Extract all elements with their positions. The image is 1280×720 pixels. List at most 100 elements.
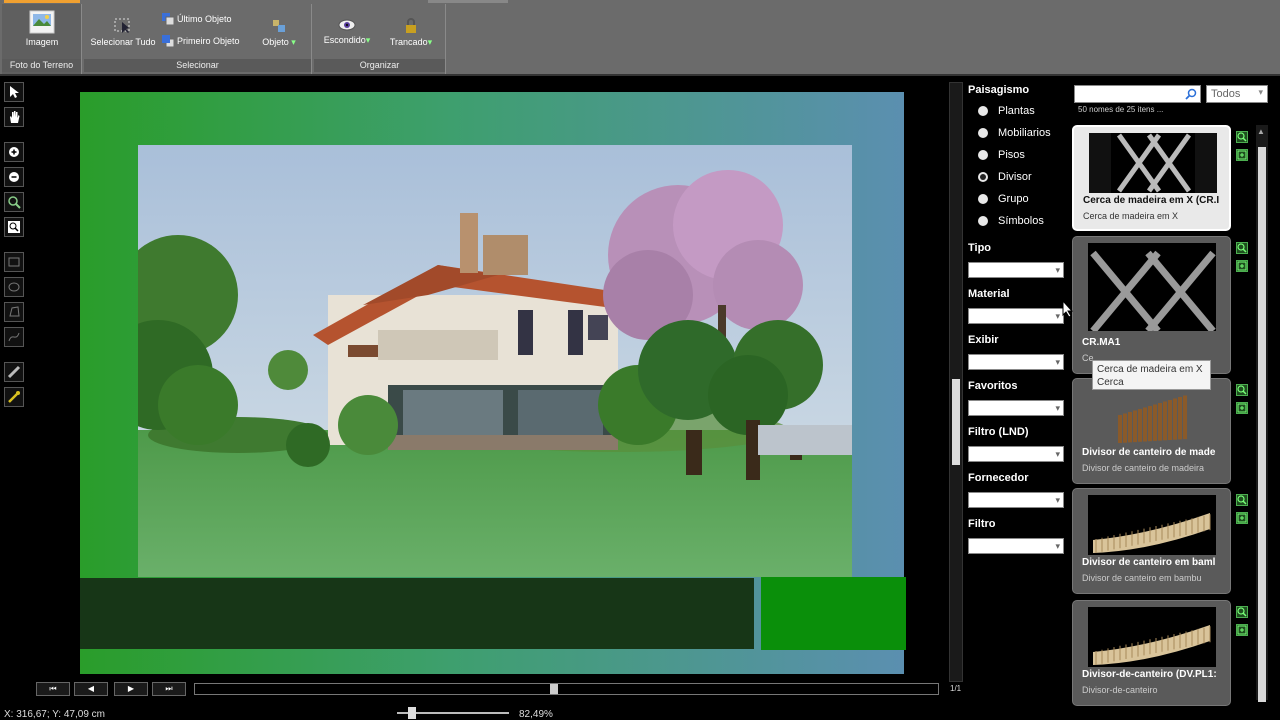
pan-tool[interactable]: [4, 107, 24, 127]
zoom-slider[interactable]: [397, 707, 509, 719]
zoom-area-tool[interactable]: [4, 192, 24, 212]
category-select[interactable]: Todos: [1206, 85, 1268, 103]
mouse-cursor-icon: [1062, 300, 1074, 318]
filter-field-select[interactable]: [968, 538, 1064, 554]
filter-option-mobiliarios[interactable]: Mobiliarios: [968, 122, 1068, 144]
library-item-card[interactable]: CR.MA1 Ce: [1072, 236, 1231, 374]
filter-option-label: Divisor: [998, 171, 1032, 183]
library-item-card[interactable]: Divisor-de-canteiro (DV.PL1: Divisor-de-c…: [1072, 600, 1231, 706]
radio-button[interactable]: [978, 216, 988, 226]
filter-panel: Paisagismo Plantas Mobiliarios Pisos Diviso…: [968, 84, 1068, 554]
zoom-fit-tool[interactable]: [4, 217, 24, 237]
zoom-slider-knob[interactable]: [408, 707, 416, 719]
filter-field-label: Filtro: [968, 518, 996, 530]
add-to-canvas-icon[interactable]: [1236, 512, 1248, 524]
filter-field-select[interactable]: [968, 354, 1064, 370]
previous-page-button[interactable]: ◀: [74, 682, 108, 696]
ellipse-tool[interactable]: [4, 277, 24, 297]
tooltip-line: Cerca de madeira em X: [1097, 364, 1203, 375]
next-page-button[interactable]: ▶: [114, 682, 148, 696]
library-scrollbar[interactable]: ▲: [1256, 125, 1268, 702]
library-item-title: Divisor de canteiro de made: [1082, 447, 1216, 458]
filter-field-select[interactable]: [968, 446, 1064, 462]
library-search-input[interactable]: [1074, 85, 1201, 103]
radio-button[interactable]: [978, 194, 988, 204]
zoom-preview-icon[interactable]: [1236, 131, 1248, 143]
measure-tool[interactable]: [4, 362, 24, 382]
escondido-button[interactable]: Escondido▾: [322, 18, 372, 46]
library-item-card[interactable]: Divisor de canteiro em baml Divisor de ca…: [1072, 488, 1231, 594]
group-organizar: Escondido▾ Trancado▾ Organizar: [314, 4, 446, 74]
last-page-button[interactable]: ⏭: [152, 682, 186, 696]
add-to-canvas-icon[interactable]: [1236, 402, 1248, 414]
filter-option-label: Grupo: [998, 193, 1029, 205]
lock-icon: [406, 18, 416, 33]
zoom-out-icon: [9, 172, 19, 182]
filter-field-select[interactable]: [968, 400, 1064, 416]
filter-option-divisor[interactable]: Divisor: [968, 166, 1068, 188]
filter-option-símbolos[interactable]: Símbolos: [968, 210, 1068, 232]
zoom-in-tool[interactable]: [4, 142, 24, 162]
rectangle-icon: [8, 257, 20, 267]
hand-icon: [10, 111, 20, 123]
filter-option-pisos[interactable]: Pisos: [968, 144, 1068, 166]
primeiro-objeto-label: Primeiro Objeto: [177, 36, 240, 46]
library-item-card[interactable]: Divisor de canteiro de made Divisor de ca…: [1072, 378, 1231, 484]
select-tool[interactable]: [4, 82, 24, 102]
trancado-button[interactable]: Trancado▾: [386, 18, 436, 48]
imagem-button[interactable]: Imagem: [18, 10, 66, 47]
polygon-tool[interactable]: [4, 302, 24, 322]
filter-option-grupo[interactable]: Grupo: [968, 188, 1068, 210]
library-item-title: Cerca de madeira em X (CR.I: [1083, 195, 1220, 206]
add-to-canvas-icon[interactable]: [1236, 624, 1248, 636]
eyedropper-tool[interactable]: [4, 387, 24, 407]
scrollbar-thumb[interactable]: [1258, 147, 1266, 702]
zoom-out-tool[interactable]: [4, 167, 24, 187]
filter-field-label: Material: [968, 288, 1010, 300]
selecionar-tudo-button[interactable]: Selecionar Tudo: [90, 18, 156, 47]
eyedropper-icon: [8, 391, 20, 403]
scrollbar-thumb[interactable]: [952, 379, 960, 465]
library-item-card[interactable]: Cerca de madeira em X (CR.I Cerca de made…: [1072, 125, 1231, 231]
eye-icon: [338, 19, 356, 31]
add-to-canvas-icon[interactable]: [1236, 149, 1248, 161]
ruler-icon: [7, 365, 21, 379]
filter-field-label: Exibir: [968, 334, 999, 346]
filter-field-select[interactable]: [968, 308, 1064, 324]
radio-button[interactable]: [978, 106, 988, 116]
filter-option-plantas[interactable]: Plantas: [968, 100, 1068, 122]
first-page-button[interactable]: ⏮: [36, 682, 70, 696]
library-item-actions: [1236, 384, 1250, 420]
tooltip-line: Cerca: [1097, 377, 1124, 388]
app-window: Imagem Foto do Terreno Selecionar Tudo Ú…: [0, 0, 1280, 720]
library-item-subtitle: Cerca de madeira em X: [1083, 211, 1179, 221]
zoom-preview-icon[interactable]: [1236, 242, 1248, 254]
radio-button[interactable]: [978, 172, 988, 182]
tab-indicator: [428, 0, 508, 3]
canvas-green-block: [761, 577, 906, 650]
add-to-canvas-icon[interactable]: [1236, 260, 1248, 272]
rectangle-tool[interactable]: [4, 252, 24, 272]
canvas-vertical-scrollbar[interactable]: [949, 82, 963, 682]
scroll-up-icon[interactable]: ▲: [1257, 127, 1265, 136]
group-selecionar: Selecionar Tudo Último Objeto Primeiro O…: [84, 4, 312, 74]
wood-border-thumbnail: [1088, 385, 1216, 445]
radio-button[interactable]: [978, 128, 988, 138]
curve-tool[interactable]: [4, 327, 24, 347]
zoom-preview-icon[interactable]: [1236, 494, 1248, 506]
filter-field-label: Filtro (LND): [968, 426, 1029, 438]
zoom-preview-icon[interactable]: [1236, 384, 1248, 396]
objeto-button[interactable]: Objeto ▾: [254, 18, 304, 48]
terrain-photo[interactable]: [138, 145, 852, 577]
filter-field-select[interactable]: [968, 492, 1064, 508]
zoom-preview-icon[interactable]: [1236, 606, 1248, 618]
filter-field-select[interactable]: [968, 262, 1064, 278]
curve-icon: [8, 332, 20, 342]
primeiro-objeto-button[interactable]: Primeiro Objeto: [162, 35, 240, 47]
scrollbar-thumb[interactable]: [550, 684, 558, 694]
radio-button[interactable]: [978, 150, 988, 160]
zoom-fit-icon: [8, 221, 20, 233]
group-label-selecionar: Selecionar: [84, 59, 311, 72]
ultimo-objeto-button[interactable]: Último Objeto: [162, 13, 232, 25]
canvas-horizontal-scrollbar[interactable]: [194, 683, 939, 695]
